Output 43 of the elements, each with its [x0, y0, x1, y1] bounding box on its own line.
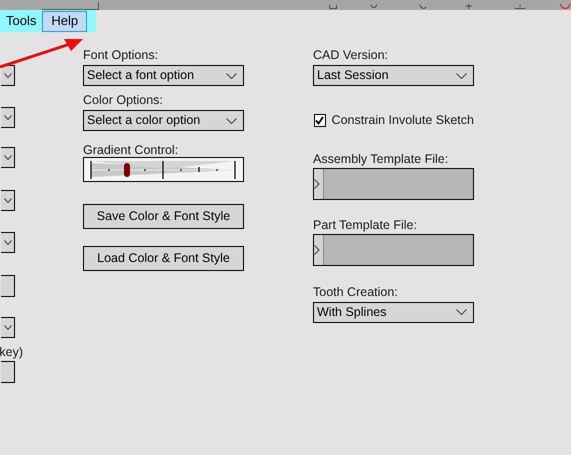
slider-thumb[interactable]	[124, 163, 130, 177]
field-label: key)	[0, 345, 23, 359]
chevron-down-icon	[4, 115, 12, 120]
chevron-down-icon	[4, 73, 12, 78]
menu-item[interactable]: Help	[42, 10, 88, 32]
save-style-button[interactable]: Save Color & Font Style	[83, 204, 244, 229]
chevron-right-icon	[314, 244, 320, 255]
field-label: Tooth Creation:	[313, 284, 399, 299]
file-field[interactable]	[313, 234, 474, 266]
dropdown[interactable]	[1, 317, 15, 338]
checkmark-icon	[315, 116, 324, 125]
chevron-down-icon	[4, 198, 12, 203]
dropdown[interactable]: Select a color option	[83, 110, 244, 131]
dropdown[interactable]: Select a font option	[83, 65, 244, 86]
dropdown[interactable]	[1, 147, 15, 168]
menu-item[interactable]: Tools	[0, 10, 38, 32]
field-label: Color Options:	[83, 93, 164, 107]
chevron-down-icon	[4, 240, 12, 245]
dropdown[interactable]	[1, 190, 15, 211]
chevron-right-icon	[314, 178, 320, 189]
field-label: Part Template File:	[313, 218, 418, 232]
chevron-down-icon	[226, 72, 237, 78]
gradient-slider[interactable]	[83, 157, 244, 182]
chevron-down-icon	[226, 118, 237, 124]
chevron-down-icon	[456, 72, 467, 78]
dropdown[interactable]: With Splines	[313, 302, 474, 323]
checkbox-label: Constrain Involute Sketch	[332, 112, 474, 129]
checkbox[interactable]	[314, 114, 326, 127]
chevron-down-icon	[456, 309, 467, 316]
file-field[interactable]	[313, 168, 474, 200]
dropdown[interactable]	[1, 232, 15, 253]
chevron-down-icon	[4, 325, 12, 330]
dropdown[interactable]	[1, 107, 15, 128]
field-label: CAD Version:	[313, 48, 390, 62]
load-style-button[interactable]: Load Color & Font Style	[83, 246, 244, 271]
field-label: Assembly Template File:	[313, 152, 450, 166]
input-field[interactable]	[1, 275, 15, 297]
field-label: Font Options:	[83, 48, 160, 62]
dropdown[interactable]: Last Session	[313, 65, 474, 86]
dropdown[interactable]	[1, 65, 15, 86]
chevron-down-icon	[4, 155, 12, 160]
field-label: Gradient Control:	[83, 143, 180, 157]
input-field[interactable]	[1, 361, 15, 383]
